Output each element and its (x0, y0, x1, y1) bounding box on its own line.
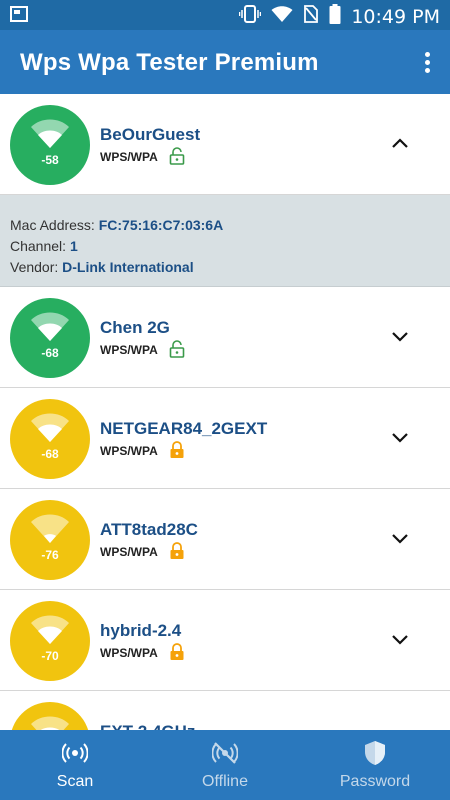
lock-open-icon (169, 147, 185, 165)
network-row[interactable]: EXT 2.4GHz (0, 691, 450, 730)
channel-line: Channel: 1 (10, 238, 78, 254)
signal-strength-value: -68 (41, 346, 59, 360)
lock-open-icon (169, 340, 185, 358)
app-bar: Wps Wpa Tester Premium (0, 30, 450, 94)
network-row[interactable]: -70 hybrid-2.4 WPS/WPA (0, 590, 450, 691)
overflow-menu-icon[interactable] (422, 52, 432, 76)
signal-badge: -58 (10, 105, 90, 185)
network-security: WPS/WPA (100, 150, 158, 164)
network-row[interactable]: -68 NETGEAR84_2GEXT WPS/WPA (0, 388, 450, 489)
chevron-down-icon[interactable] (390, 430, 410, 444)
network-list[interactable]: -58 BeOurGuest WPS/WPA Mac Address: FC:7… (0, 94, 450, 730)
signal-badge: -70 (10, 601, 90, 681)
signal-badge: -68 (10, 298, 90, 378)
signal-badge: -76 (10, 500, 90, 580)
mac-address-line: Mac Address: FC:75:16:C7:03:6A (10, 217, 224, 233)
network-ssid: BeOurGuest (100, 125, 201, 144)
signal-strength-value: -76 (41, 548, 59, 562)
nav-offline[interactable]: Offline (150, 730, 300, 800)
lock-closed-icon (170, 643, 184, 660)
nav-password[interactable]: Password (300, 730, 450, 800)
network-details: Mac Address: FC:75:16:C7:03:6A Channel: … (0, 195, 450, 287)
network-ssid: hybrid-2.4 (100, 621, 182, 640)
wifi-signal-icon (31, 413, 69, 442)
screenshot-notification-icon (10, 6, 28, 27)
vendor: D-Link International (62, 259, 194, 275)
network-security: WPS/WPA (100, 545, 158, 559)
chevron-down-icon[interactable] (390, 531, 410, 545)
channel: 1 (69, 238, 78, 254)
network-row[interactable]: -68 Chen 2G WPS/WPA (0, 287, 450, 388)
nav-scan[interactable]: Scan (0, 730, 150, 800)
mac-address: FC:75:16:C7:03:6A (98, 217, 224, 233)
app-title: Wps Wpa Tester Premium (20, 49, 319, 76)
network-security: WPS/WPA (100, 343, 158, 357)
network-security: WPS/WPA (100, 444, 158, 458)
chevron-down-icon[interactable] (390, 632, 410, 646)
wifi-status-icon (271, 5, 293, 28)
signal-strength-value: -58 (41, 153, 59, 167)
wifi-signal-icon (31, 615, 69, 644)
signal-badge: -68 (10, 399, 90, 479)
nav-password-label: Password (339, 773, 411, 790)
nav-offline-label: Offline (202, 773, 248, 790)
network-row[interactable]: -76 ATT8tad28C WPS/WPA (0, 489, 450, 590)
chevron-down-icon[interactable] (390, 329, 410, 343)
shield-icon (365, 741, 385, 765)
vibrate-icon (239, 5, 262, 28)
status-bar: 10:49 PM (0, 0, 450, 30)
wifi-signal-icon (31, 514, 69, 543)
chevron-up-icon[interactable] (390, 136, 410, 150)
nav-scan-label: Scan (56, 773, 94, 790)
vendor-line: Vendor: D-Link International (10, 259, 194, 275)
wifi-signal-icon (31, 119, 69, 148)
network-row[interactable]: -58 BeOurGuest WPS/WPA (0, 94, 450, 195)
no-sim-icon (303, 5, 319, 28)
bottom-navigation: Scan Offline Password (0, 730, 450, 800)
wifi-signal-icon (31, 312, 69, 341)
offline-icon (212, 742, 238, 764)
signal-badge (10, 702, 90, 730)
wifi-signal-icon (31, 716, 69, 730)
lock-closed-icon (170, 441, 184, 458)
network-ssid: Chen 2G (100, 318, 170, 337)
lock-closed-icon (170, 542, 184, 559)
network-ssid: NETGEAR84_2GEXT (100, 419, 268, 438)
network-ssid: EXT 2.4GHz (100, 722, 195, 730)
network-security: WPS/WPA (100, 646, 158, 660)
scan-icon (62, 743, 88, 763)
battery-icon (329, 4, 341, 29)
signal-strength-value: -68 (41, 447, 59, 461)
network-ssid: ATT8tad28C (100, 520, 198, 539)
clock: 10:49 PM (351, 5, 440, 28)
signal-strength-value: -70 (41, 649, 59, 663)
